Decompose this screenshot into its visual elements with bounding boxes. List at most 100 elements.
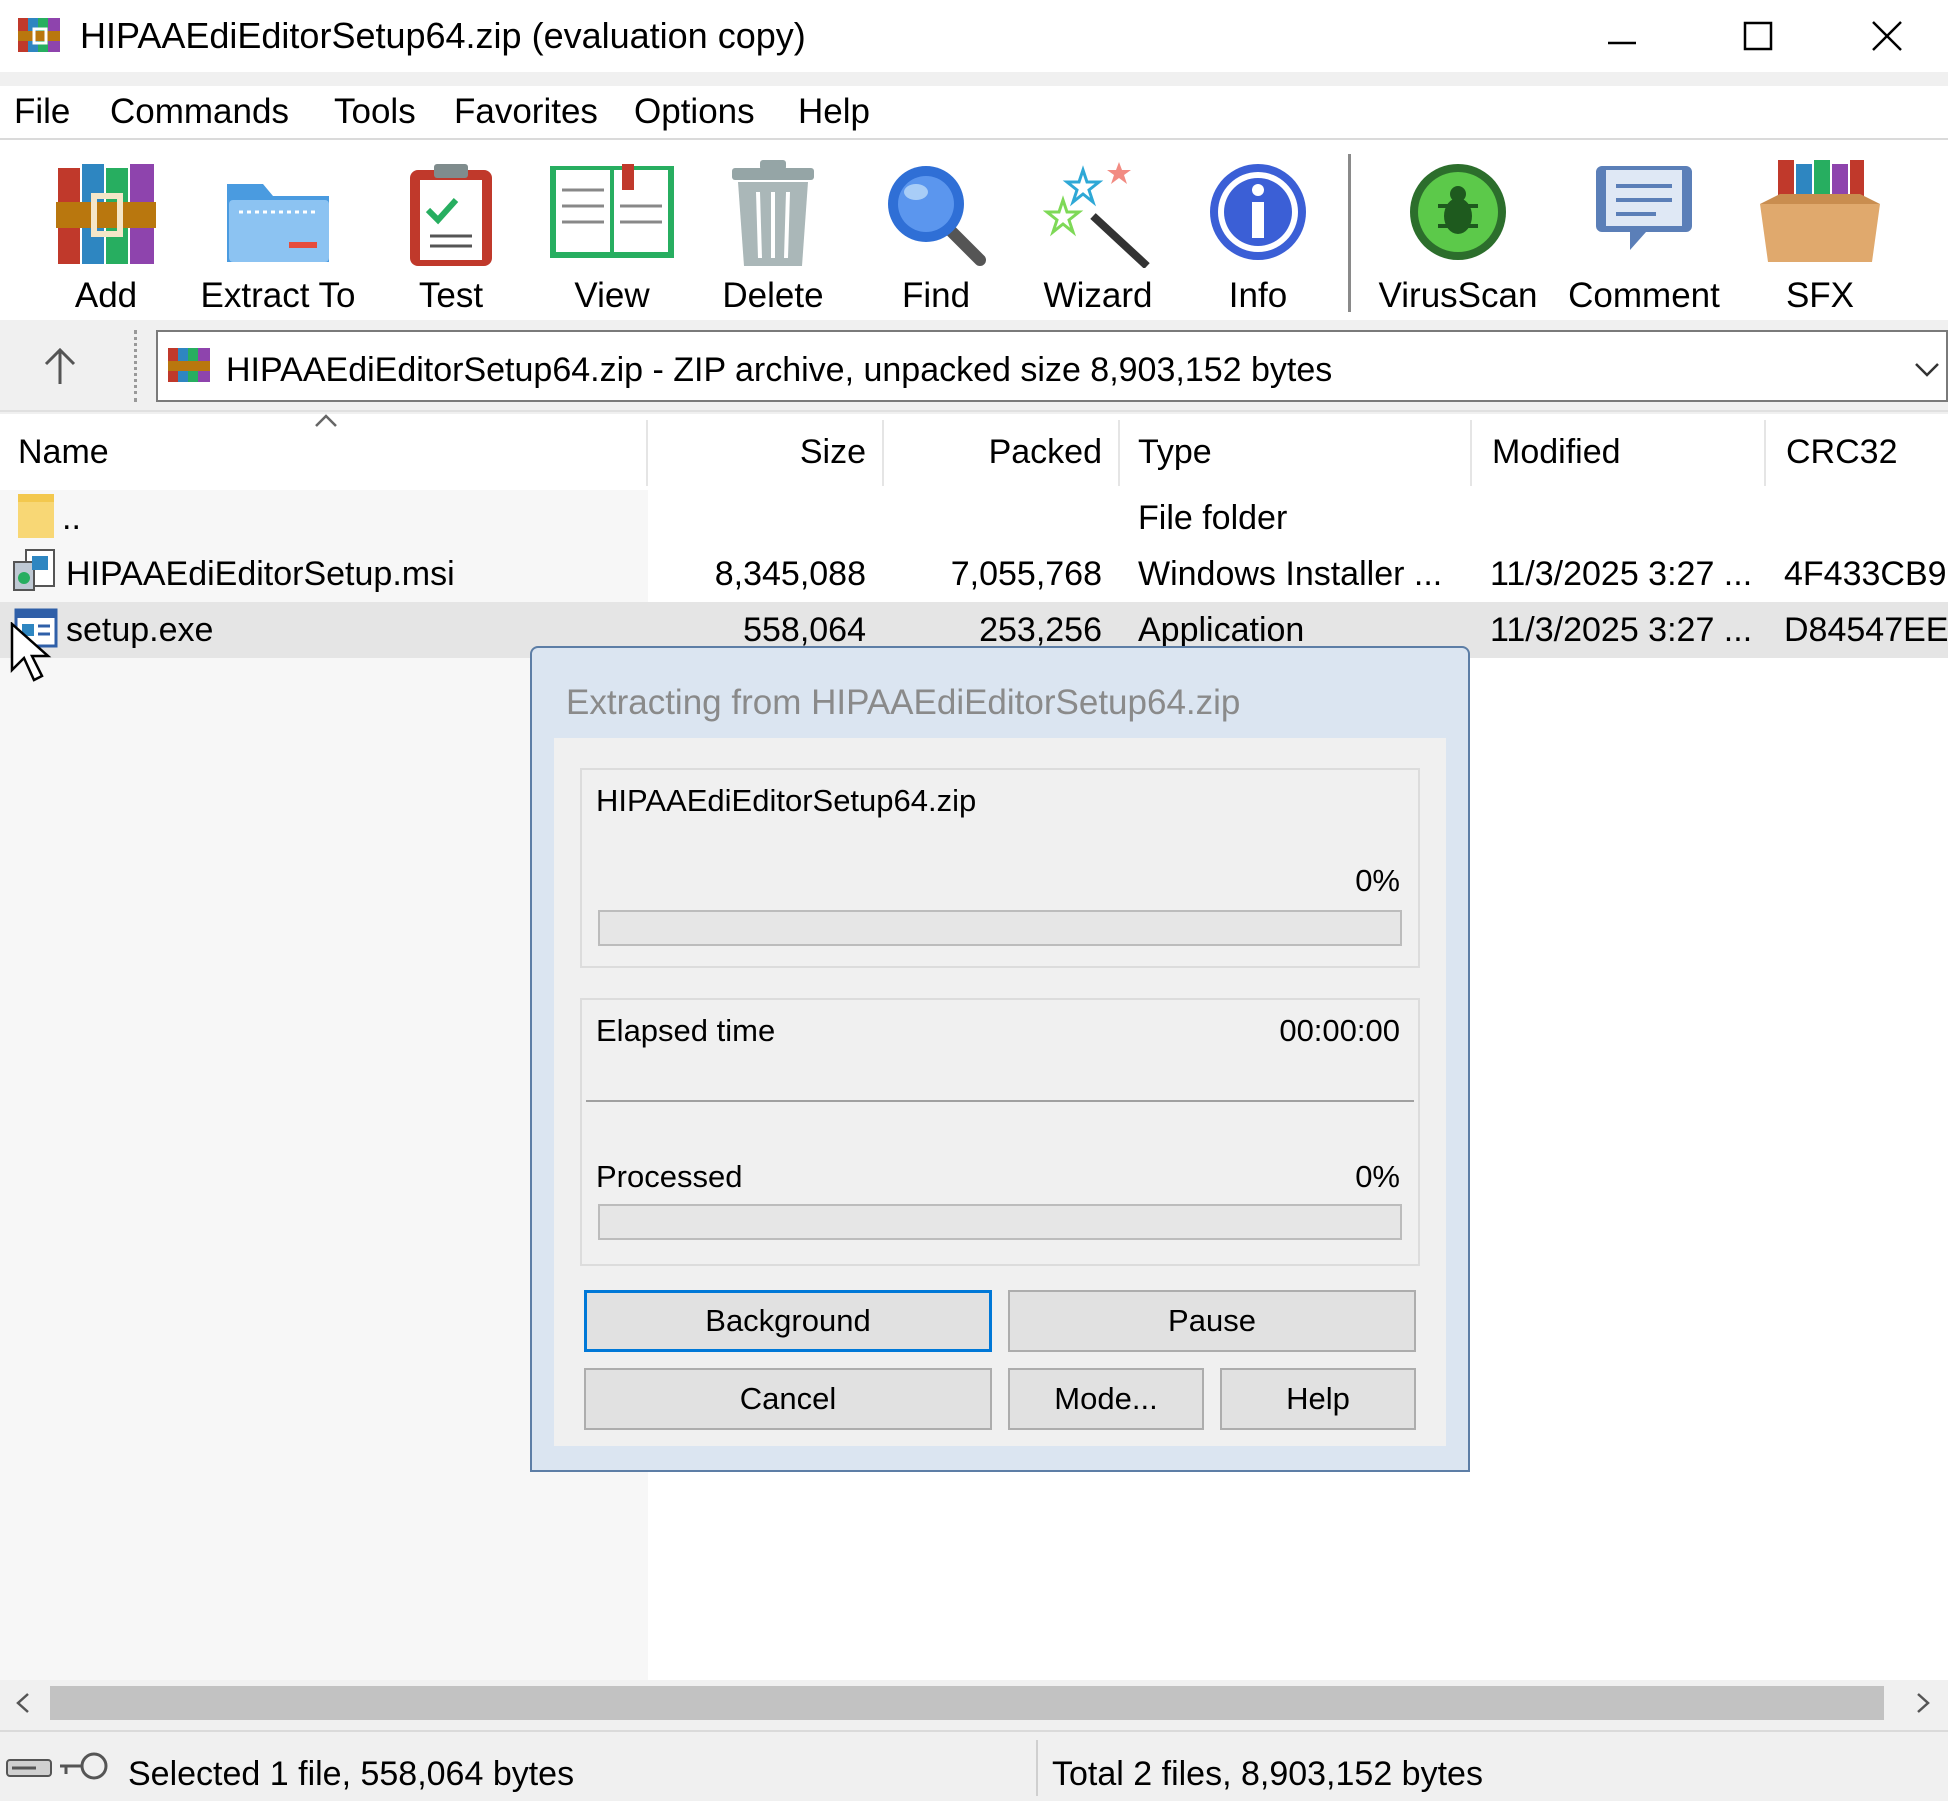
elapsed-value: 00:00:00 — [1279, 1013, 1400, 1048]
background-button[interactable]: Background — [584, 1290, 992, 1352]
processed-label: Processed — [596, 1159, 743, 1194]
file-name: .. — [62, 499, 81, 537]
menu-help[interactable]: Help — [798, 86, 870, 138]
clipboard-check-icon — [410, 164, 492, 266]
file-name: HIPAAEdiEditorSetup.msi — [66, 555, 455, 593]
trash-icon — [732, 160, 814, 266]
delete-button[interactable]: Delete — [722, 152, 824, 315]
menu-tools[interactable]: Tools — [334, 86, 416, 138]
menu-favorites[interactable]: Favorites — [454, 86, 598, 138]
books-icon — [56, 164, 156, 264]
menu-commands[interactable]: Commands — [110, 86, 289, 138]
file-crc: D84547EE — [1784, 611, 1948, 649]
virusscan-label: VirusScan — [1378, 276, 1538, 315]
bug-shield-icon — [1410, 164, 1506, 260]
view-button[interactable]: View — [548, 152, 676, 315]
menu-options[interactable]: Options — [634, 86, 755, 138]
file-crc: 4F433CB9 — [1784, 555, 1947, 593]
file-modified: 11/3/2025 3:27 ... — [1490, 555, 1753, 593]
mode-button[interactable]: Mode... — [1008, 1368, 1204, 1430]
zip-archive-icon — [166, 344, 214, 391]
comment-button[interactable]: Comment — [1568, 152, 1720, 315]
column-name[interactable]: Name — [18, 432, 109, 472]
wizard-button[interactable]: Wizard — [1043, 152, 1152, 315]
folder-extract-icon — [227, 184, 329, 262]
file-modified: 11/3/2025 3:27 ... — [1490, 611, 1753, 649]
mouse-cursor-icon — [8, 621, 52, 689]
archive-name: HIPAAEdiEditorSetup64.zip — [596, 783, 977, 818]
sfx-button[interactable]: SFX — [1760, 152, 1880, 315]
elapsed-label: Elapsed time — [596, 1013, 776, 1048]
extract-to-label: Extract To — [200, 276, 356, 315]
address-grip — [134, 330, 141, 402]
up-button[interactable] — [30, 340, 90, 392]
column-divider — [646, 420, 648, 486]
dialog-title: Extracting from HIPAAEdiEditorSetup64.zi… — [566, 683, 1241, 722]
folder-icon — [18, 494, 56, 543]
delete-label: Delete — [722, 276, 824, 315]
key-icon — [58, 1750, 110, 1787]
table-row[interactable] — [0, 490, 1948, 546]
view-label: View — [574, 276, 650, 315]
menu-file[interactable]: File — [14, 86, 70, 138]
window-title: HIPAAEdiEditorSetup64.zip (evaluation co… — [80, 15, 806, 56]
add-label: Add — [74, 276, 138, 315]
file-packed: 253,256 — [979, 611, 1102, 649]
scrollbar-thumb[interactable] — [50, 1686, 1884, 1720]
menu-bar: File Commands Tools Favorites Options He… — [0, 86, 1948, 138]
column-packed[interactable]: Packed — [884, 432, 1102, 472]
info-icon — [1210, 164, 1306, 260]
minimize-button[interactable] — [1554, 0, 1690, 72]
info-label: Info — [1228, 276, 1288, 315]
open-book-icon — [550, 164, 674, 258]
wizard-label: Wizard — [1043, 276, 1153, 315]
help-button[interactable]: Help — [1220, 1368, 1416, 1430]
file-name: setup.exe — [66, 611, 214, 649]
extract-to-button[interactable]: Extract To — [201, 152, 355, 315]
sort-ascending-icon — [312, 412, 340, 435]
pause-button[interactable]: Pause — [1008, 1290, 1416, 1352]
close-window-button[interactable] — [1826, 0, 1948, 72]
add-button[interactable]: Add — [54, 152, 158, 315]
sfx-label: SFX — [1785, 276, 1855, 315]
info-button[interactable]: Info — [1206, 152, 1310, 315]
status-selection: Selected 1 file, 558,064 bytes — [128, 1755, 575, 1793]
column-modified[interactable]: Modified — [1492, 432, 1621, 472]
find-button[interactable]: Find — [884, 152, 988, 315]
column-divider — [1118, 420, 1120, 486]
file-type: File folder — [1138, 499, 1288, 537]
toolbar: Add Extract To Test View Delete Find Wiz… — [0, 140, 1948, 320]
file-progress-bar — [598, 910, 1402, 946]
file-type: Application — [1138, 611, 1305, 649]
file-percent: 0% — [1355, 863, 1400, 898]
virusscan-button[interactable]: VirusScan — [1379, 152, 1537, 315]
processed-percent: 0% — [1355, 1159, 1400, 1194]
installer-icon — [12, 548, 58, 599]
chevron-down-icon — [1915, 363, 1939, 377]
status-divider — [1036, 1740, 1038, 1796]
column-crc32[interactable]: CRC32 — [1786, 432, 1897, 472]
scroll-right-icon[interactable] — [1908, 1688, 1938, 1723]
address-text: HIPAAEdiEditorSetup64.zip - ZIP archive,… — [226, 351, 1333, 389]
file-packed: 7,055,768 — [950, 555, 1102, 593]
group-divider — [586, 1100, 1414, 1102]
box-books-icon — [1760, 160, 1880, 262]
column-size[interactable]: Size — [648, 432, 866, 472]
scroll-left-icon[interactable] — [8, 1688, 38, 1723]
magic-wand-icon — [1043, 162, 1150, 268]
minimize-icon — [1608, 41, 1636, 45]
maximize-button[interactable] — [1690, 0, 1826, 72]
magnifier-icon — [888, 166, 986, 266]
column-type[interactable]: Type — [1138, 432, 1212, 472]
drive-icon — [6, 1756, 52, 1785]
column-divider — [882, 420, 884, 486]
maximize-icon — [1743, 21, 1773, 51]
cancel-button[interactable]: Cancel — [584, 1368, 992, 1430]
test-button[interactable]: Test — [404, 152, 498, 315]
column-divider — [1764, 420, 1766, 486]
status-total: Total 2 files, 8,903,152 bytes — [1052, 1755, 1483, 1793]
winrar-icon — [16, 14, 64, 56]
toolbar-divider — [1348, 154, 1351, 312]
file-size: 8,345,088 — [714, 555, 866, 593]
address-dropdown[interactable] — [1910, 350, 1944, 386]
